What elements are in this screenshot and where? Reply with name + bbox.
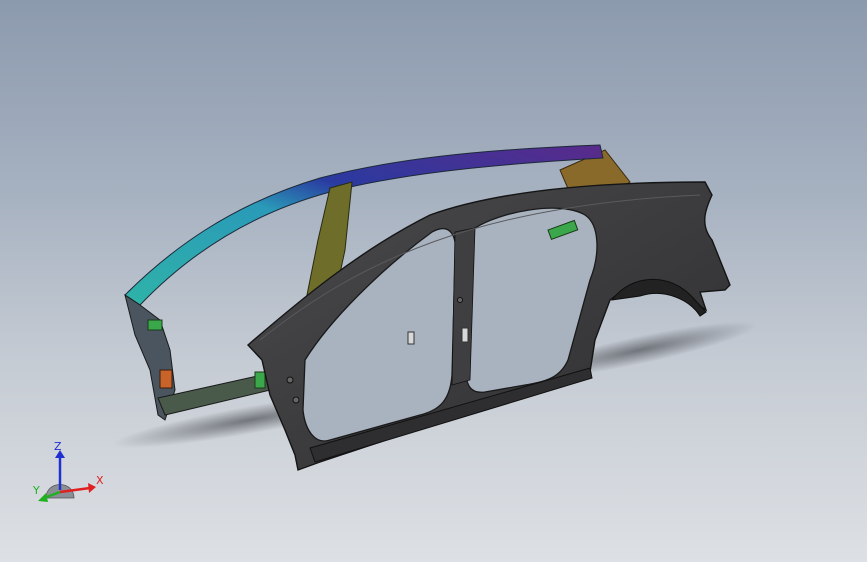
door-latch bbox=[407, 331, 415, 345]
coordinate-triad: Z X Y bbox=[32, 440, 104, 502]
door-latch bbox=[461, 327, 469, 343]
y-axis-label: Y bbox=[32, 484, 40, 497]
outer-side-frame[interactable] bbox=[246, 181, 731, 471]
x-axis-arrow bbox=[88, 483, 96, 493]
hinge-mount bbox=[286, 376, 294, 384]
reinforcement-plate bbox=[147, 319, 163, 331]
cad-3d-viewport[interactable] bbox=[0, 0, 867, 562]
reinforcement-plate bbox=[159, 369, 173, 389]
z-axis-label: Z bbox=[54, 440, 62, 453]
x-axis-label: X bbox=[96, 474, 104, 487]
hinge-mount bbox=[457, 297, 463, 303]
hinge-mount bbox=[292, 396, 300, 404]
reinforcement-plate bbox=[254, 371, 266, 389]
